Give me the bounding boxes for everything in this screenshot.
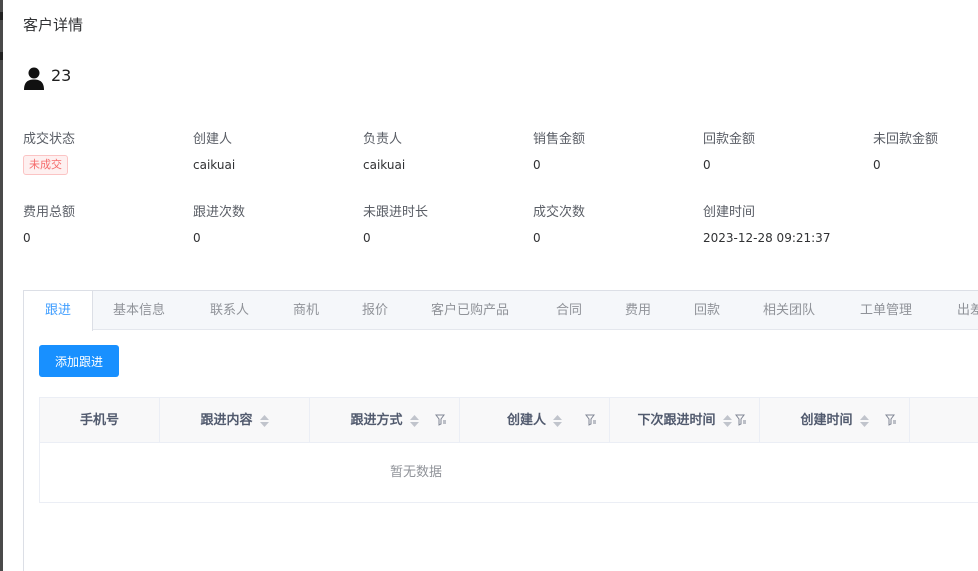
deal-status-badge: 未成交 xyxy=(23,155,68,175)
field-label: 未跟进时长 xyxy=(363,205,429,220)
tab-quotes[interactable]: 报价 xyxy=(362,291,388,330)
user-icon xyxy=(24,67,44,90)
tab-related-team[interactable]: 相关团队 xyxy=(763,291,815,330)
tab-purchased-products[interactable]: 客户已购产品 xyxy=(431,291,509,330)
column-label: 创建人 xyxy=(506,412,546,428)
filter-icon[interactable] xyxy=(585,414,597,426)
field-value: 0 xyxy=(23,231,31,245)
field-unreceived-amount: 未回款金额 0 xyxy=(873,131,973,173)
customer-name: 23 xyxy=(51,66,72,85)
table-empty-text: 暂无数据 xyxy=(390,465,443,480)
followup-table: 手机号 跟进内容 跟进方式 创建人 下次跟进时间 创建时间 暂无数据 xyxy=(39,397,978,503)
field-label: 费用总额 xyxy=(23,205,76,220)
tab-expenses[interactable]: 费用 xyxy=(625,291,651,330)
field-deal-count: 成交次数 0 xyxy=(533,204,703,246)
tab-payments[interactable]: 回款 xyxy=(694,291,720,330)
column-created-time[interactable]: 创建时间 xyxy=(760,398,910,443)
page-title: 客户详情 xyxy=(23,16,84,34)
tab-followup[interactable]: 跟进 xyxy=(24,291,93,331)
field-label: 创建时间 xyxy=(703,205,756,220)
sort-caret-icon[interactable] xyxy=(553,414,562,427)
field-total-expense: 费用总额 0 xyxy=(23,204,193,246)
field-creator: 创建人 caikuai xyxy=(193,131,363,173)
column-actions xyxy=(910,398,978,443)
add-followup-button[interactable]: 添加跟进 xyxy=(39,345,119,377)
edge-marker xyxy=(0,12,3,20)
column-label: 手机号 xyxy=(79,412,119,428)
filter-icon[interactable] xyxy=(735,414,747,426)
field-label: 跟进次数 xyxy=(193,205,246,220)
field-label: 创建人 xyxy=(193,132,233,147)
column-creator[interactable]: 创建人 xyxy=(460,398,610,443)
customer-header: 23 xyxy=(23,66,71,90)
field-label: 成交次数 xyxy=(533,205,586,220)
field-value: 2023-12-28 09:21:37 xyxy=(703,231,831,245)
column-label: 跟进方式 xyxy=(350,412,403,428)
tab-work-orders[interactable]: 工单管理 xyxy=(860,291,912,330)
field-label: 销售金额 xyxy=(533,132,586,147)
field-received-amount: 回款金额 0 xyxy=(703,131,873,173)
column-followup-content[interactable]: 跟进内容 xyxy=(160,398,310,443)
column-followup-method[interactable]: 跟进方式 xyxy=(310,398,460,443)
column-label: 创建时间 xyxy=(800,412,853,428)
field-value: 0 xyxy=(363,231,371,245)
sort-caret-icon[interactable] xyxy=(409,414,419,427)
tab-bar: 跟进 基本信息 联系人 商机 报价 客户已购产品 合同 费用 回款 相关团队 工… xyxy=(24,291,978,331)
tab-opportunities[interactable]: 商机 xyxy=(293,291,319,330)
field-created-time: 创建时间 2023-12-28 09:21:37 xyxy=(703,204,873,246)
field-label: 负责人 xyxy=(363,132,403,147)
field-owner: 负责人 caikuai xyxy=(363,131,533,173)
column-phone: 手机号 xyxy=(40,398,160,443)
field-followup-count: 跟进次数 0 xyxy=(193,204,363,246)
column-next-followup-time[interactable]: 下次跟进时间 xyxy=(610,398,760,443)
filter-icon[interactable] xyxy=(435,414,447,426)
field-value: caikuai xyxy=(363,158,406,172)
field-value: 0 xyxy=(873,158,881,172)
field-label: 回款金额 xyxy=(703,132,756,147)
table-header: 手机号 跟进内容 跟进方式 创建人 下次跟进时间 创建时间 xyxy=(40,398,978,443)
field-value: 0 xyxy=(193,231,201,245)
column-label: 下次跟进时间 xyxy=(637,412,716,428)
sort-caret-icon[interactable] xyxy=(722,414,732,427)
tab-contracts[interactable]: 合同 xyxy=(556,291,582,330)
sort-caret-icon[interactable] xyxy=(259,414,269,427)
field-label: 未回款金额 xyxy=(873,132,939,147)
detail-tabs-panel: 跟进 基本信息 联系人 商机 报价 客户已购产品 合同 费用 回款 相关团队 工… xyxy=(23,290,978,571)
field-sales-amount: 销售金额 0 xyxy=(533,131,703,173)
field-value: caikuai xyxy=(193,158,236,172)
window-edge xyxy=(0,0,3,571)
field-value: 0 xyxy=(703,158,711,172)
edge-marker xyxy=(0,52,3,60)
field-label: 成交状态 xyxy=(23,132,76,147)
tab-basic-info[interactable]: 基本信息 xyxy=(113,291,165,330)
field-value: 0 xyxy=(533,231,541,245)
column-label: 跟进内容 xyxy=(200,412,253,428)
filter-icon[interactable] xyxy=(885,414,897,426)
tab-business-trip[interactable]: 出差 xyxy=(957,291,978,330)
field-no-followup-duration: 未跟进时长 0 xyxy=(363,204,533,246)
sort-caret-icon[interactable] xyxy=(859,414,869,427)
field-value: 0 xyxy=(533,158,541,172)
tab-contacts[interactable]: 联系人 xyxy=(210,291,249,330)
field-deal-status: 成交状态 未成交 xyxy=(23,131,193,175)
